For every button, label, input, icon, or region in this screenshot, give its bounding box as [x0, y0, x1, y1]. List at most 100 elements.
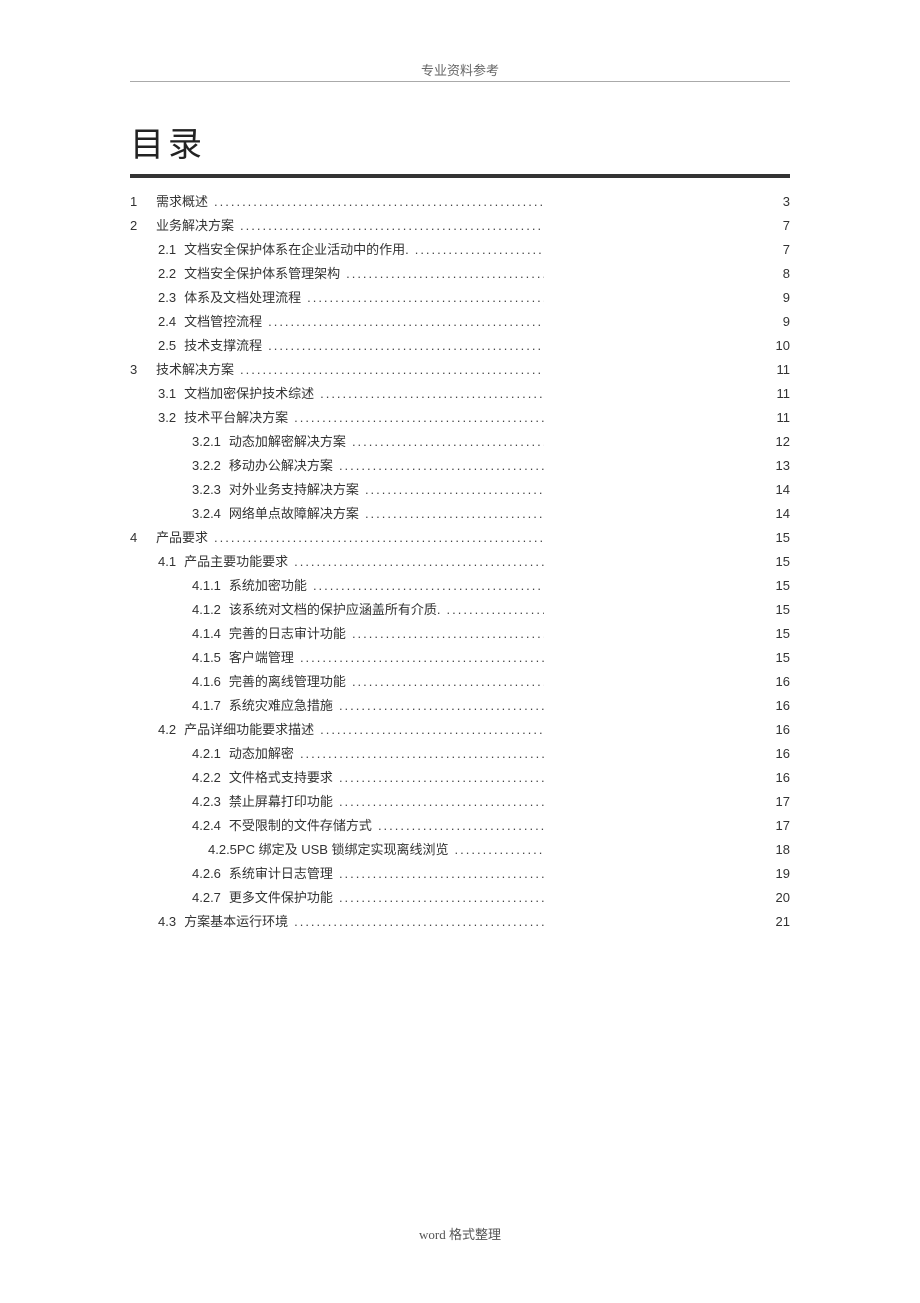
toc-entry-page: 7 — [764, 214, 790, 238]
toc-entry-number: 4.1.1 — [192, 574, 229, 598]
toc-entry: 2.4文档管控流程 9 — [130, 310, 790, 334]
toc-entry-label: 系统审计日志管理 — [229, 862, 339, 886]
toc-entry-leader — [294, 910, 544, 934]
toc-entry-number: 4.2.2 — [192, 766, 229, 790]
toc-entry-number: 2.4 — [158, 310, 184, 334]
toc-entry-number: 3.2 — [158, 406, 184, 430]
table-of-contents: 1需求概述32业务解决方案72.1文档安全保护体系在企业活动中的作用.72.2文… — [130, 190, 790, 934]
toc-entry-number: 2.1 — [158, 238, 184, 262]
toc-entry-leader — [365, 478, 544, 502]
toc-entry-page: 16 — [764, 670, 790, 694]
toc-entry-leader — [313, 574, 544, 598]
toc-entry-label: 对外业务支持解决方案 — [229, 478, 365, 502]
toc-entry-label: 方案基本运行环境 — [184, 910, 294, 934]
toc-entry-number: 4.2.1 — [192, 742, 229, 766]
toc-entry-label: 需求概述 — [156, 190, 214, 214]
title-rule — [130, 174, 790, 178]
toc-entry: 3.2.4网络单点故障解决方案14 — [130, 502, 790, 526]
toc-entry-page: 15 — [764, 622, 790, 646]
toc-entry: 4.2.1动态加解密16 — [130, 742, 790, 766]
toc-entry: 3.2.1动态加解密解决方案 12 — [130, 430, 790, 454]
toc-entry: 3技术解决方案11 — [130, 358, 790, 382]
toc-entry: 2.3体系及文档处理流程 9 — [130, 286, 790, 310]
toc-entry-leader — [240, 214, 544, 238]
toc-entry-label: 移动办公解决方案 — [229, 454, 339, 478]
toc-entry-label: 产品要求 — [156, 526, 214, 550]
toc-entry-label: 动态加解密解决方案 — [229, 430, 352, 454]
toc-entry-number: 3.2.2 — [192, 454, 229, 478]
toc-entry-number: 4.1.4 — [192, 622, 229, 646]
toc-entry-label: 系统加密功能 — [229, 574, 313, 598]
toc-entry: 4.2产品详细功能要求描述 16 — [130, 718, 790, 742]
toc-entry: 4.1.6完善的离线管理功能16 — [130, 670, 790, 694]
toc-entry-leader — [365, 502, 544, 526]
toc-entry-number: 3 — [130, 358, 156, 382]
toc-entry-number: 2.2 — [158, 262, 184, 286]
toc-entry-leader — [415, 238, 544, 262]
toc-entry: 3.2.2移动办公解决方案13 — [130, 454, 790, 478]
toc-entry-label: 文件格式支持要求 — [229, 766, 339, 790]
toc-entry-label: 产品详细功能要求描述 — [184, 718, 320, 742]
toc-entry-label: 文档管控流程 — [184, 310, 268, 334]
toc-entry-label: 完善的日志审计功能 — [229, 622, 352, 646]
toc-entry-page: 15 — [764, 598, 790, 622]
toc-entry-page: 12 — [764, 430, 790, 454]
toc-entry-leader — [352, 430, 544, 454]
toc-entry-number: 3.1 — [158, 382, 184, 406]
toc-entry-number: 4.3 — [158, 910, 184, 934]
toc-entry-page: 3 — [764, 190, 790, 214]
toc-entry-leader — [339, 790, 544, 814]
toc-entry-number: 4 — [130, 526, 156, 550]
toc-entry-label: 不受限制的文件存储方式 — [229, 814, 378, 838]
toc-entry: 2.2文档安全保护体系管理架构8 — [130, 262, 790, 286]
toc-entry-page: 18 — [764, 838, 790, 862]
toc-entry-number: 4.1.2 — [192, 598, 229, 622]
toc-entry-label: 更多文件保护功能 — [229, 886, 339, 910]
toc-entry-leader — [240, 358, 544, 382]
toc-entry: 4.1.5客户端管理15 — [130, 646, 790, 670]
footer-note: word 格式整理 — [0, 1224, 920, 1243]
page-container: 专业资料参考 目录 1需求概述32业务解决方案72.1文档安全保护体系在企业活动… — [0, 0, 920, 1303]
toc-entry: 4.1.2该系统对文档的保护应涵盖所有介质. 15 — [130, 598, 790, 622]
toc-entry-page: 15 — [764, 526, 790, 550]
toc-entry-number: 4.2 — [158, 718, 184, 742]
toc-entry-label: 该系统对文档的保护应涵盖所有介质. — [229, 598, 447, 622]
toc-entry-label: 产品主要功能要求 — [184, 550, 294, 574]
toc-entry-leader — [378, 814, 544, 838]
toc-entry-number: 4.1 — [158, 550, 184, 574]
toc-entry-leader — [214, 190, 544, 214]
toc-entry-page: 9 — [764, 286, 790, 310]
toc-entry-leader — [320, 382, 544, 406]
toc-entry: 4.2.7更多文件保护功能20 — [130, 886, 790, 910]
toc-entry-number: 3.2.1 — [192, 430, 229, 454]
toc-entry-number: 4.1.5 — [192, 646, 229, 670]
toc-entry-leader — [455, 838, 544, 862]
toc-entry-number: 4.2.6 — [192, 862, 229, 886]
toc-entry-leader — [339, 766, 544, 790]
toc-entry: 1需求概述3 — [130, 190, 790, 214]
toc-entry-page: 11 — [764, 382, 790, 406]
toc-entry-page: 9 — [764, 310, 790, 334]
toc-entry-label: 体系及文档处理流程 — [184, 286, 307, 310]
toc-entry-number: 4.2.4 — [192, 814, 229, 838]
toc-entry-leader — [268, 310, 544, 334]
toc-entry-number: 3.2.3 — [192, 478, 229, 502]
toc-entry-page: 16 — [764, 718, 790, 742]
toc-entry-label: 动态加解密 — [229, 742, 300, 766]
toc-entry-label: 文档安全保护体系管理架构 — [184, 262, 346, 286]
toc-entry-page: 21 — [764, 910, 790, 934]
toc-entry-number: 2.3 — [158, 286, 184, 310]
toc-entry-page: 7 — [764, 238, 790, 262]
toc-entry-label: 技术支撑流程 — [184, 334, 268, 358]
toc-entry-leader — [294, 550, 544, 574]
toc-entry-label: 4.2.5PC 绑定及 USB 锁绑定实现离线浏览 — [208, 838, 455, 862]
toc-entry-label: 系统灾难应急措施 — [229, 694, 339, 718]
toc-entry-leader — [447, 598, 544, 622]
toc-entry-leader — [339, 886, 544, 910]
toc-entry-page: 16 — [764, 694, 790, 718]
toc-entry: 4.1.4完善的日志审计功能 15 — [130, 622, 790, 646]
toc-entry-label: 文档加密保护技术综述 — [184, 382, 320, 406]
toc-entry-number: 2.5 — [158, 334, 184, 358]
toc-entry-leader — [294, 406, 544, 430]
toc-entry: 2.1文档安全保护体系在企业活动中的作用.7 — [130, 238, 790, 262]
